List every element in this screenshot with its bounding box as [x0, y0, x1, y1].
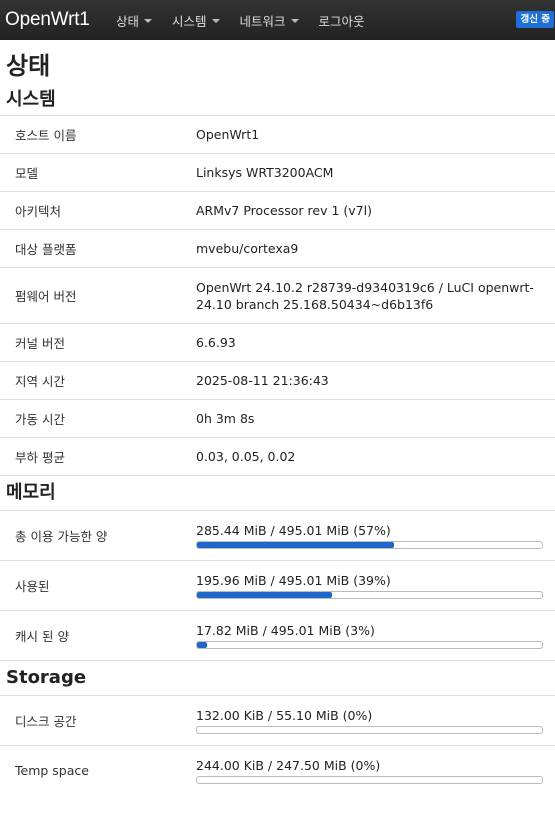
row-value: 2025-08-11 21:36:43 [196, 373, 329, 388]
row-value: 6.6.93 [196, 335, 236, 350]
row-label: 펌웨어 버전 [15, 289, 77, 304]
menu-status-label: 상태 [116, 13, 140, 29]
system-section-title: 시스템 [0, 84, 555, 116]
progress-text: 132.00 KiB / 55.10 MiB (0%) [196, 708, 373, 723]
row-label: 호스트 이름 [15, 128, 77, 143]
system-table: 호스트 이름 OpenWrt1 모델 Linksys WRT3200ACM 아키… [0, 116, 555, 476]
menu-logout[interactable]: 로그아웃 [319, 11, 365, 30]
progress-text: 285.44 MiB / 495.01 MiB (57%) [196, 523, 391, 538]
progress-bar [196, 726, 543, 734]
menu-network[interactable]: 네트워크 [240, 11, 299, 30]
table-row: 디스크 공간 132.00 KiB / 55.10 MiB (0%) [0, 696, 555, 746]
table-row: Temp space 244.00 KiB / 247.50 MiB (0%) [0, 746, 555, 795]
row-label: 지역 시간 [15, 374, 65, 389]
row-value: ARMv7 Processor rev 1 (v7l) [196, 203, 372, 218]
menu-logout-label: 로그아웃 [318, 13, 365, 29]
table-row: 총 이용 가능한 양 285.44 MiB / 495.01 MiB (57%) [0, 511, 555, 561]
brand-logo[interactable]: OpenWrt1 [0, 9, 116, 31]
refresh-badge[interactable]: 갱신 중 [516, 11, 554, 28]
row-value: OpenWrt 24.10.2 r28739-d9340319c6 / LuCI… [196, 279, 534, 312]
row-label: 가동 시간 [15, 412, 65, 427]
progress-fill [197, 542, 394, 548]
storage-table: 디스크 공간 132.00 KiB / 55.10 MiB (0%) Temp … [0, 696, 555, 795]
row-value: 0h 3m 8s [196, 411, 255, 426]
row-label: 아키텍처 [15, 204, 62, 219]
row-value: mvebu/cortexa9 [196, 241, 299, 256]
memory-table: 총 이용 가능한 양 285.44 MiB / 495.01 MiB (57%)… [0, 511, 555, 661]
top-navbar: OpenWrt1 상태 시스템 네트워크 로그아웃 갱신 중 [0, 0, 555, 40]
progress-bar [196, 541, 543, 549]
table-row: 펌웨어 버전 OpenWrt 24.10.2 r28739-d9340319c6… [0, 268, 555, 324]
progress-text: 17.82 MiB / 495.01 MiB (3%) [196, 623, 375, 638]
row-label: 총 이용 가능한 양 [15, 529, 108, 544]
table-row: 캐시 된 양 17.82 MiB / 495.01 MiB (3%) [0, 611, 555, 661]
row-value: Linksys WRT3200ACM [196, 165, 334, 180]
table-row: 가동 시간 0h 3m 8s [0, 400, 555, 438]
row-label: 모델 [15, 166, 39, 181]
table-row: 모델 Linksys WRT3200ACM [0, 154, 555, 192]
row-value: OpenWrt1 [196, 127, 260, 142]
row-label: Temp space [15, 763, 89, 778]
row-value-cell: 132.00 KiB / 55.10 MiB (0%) [196, 707, 555, 734]
row-label: 사용된 [15, 579, 50, 594]
table-row: 커널 버전 6.6.93 [0, 324, 555, 362]
menu-network-label: 네트워크 [239, 13, 286, 29]
row-value-cell: 195.96 MiB / 495.01 MiB (39%) [196, 572, 555, 599]
table-row: 부하 평균 0.03, 0.05, 0.02 [0, 438, 555, 476]
memory-section-title: 메모리 [0, 476, 555, 511]
row-value-cell: 285.44 MiB / 495.01 MiB (57%) [196, 522, 555, 549]
storage-section-title: Storage [0, 661, 555, 696]
row-label: 커널 버전 [15, 336, 65, 351]
progress-text: 244.00 KiB / 247.50 MiB (0%) [196, 758, 381, 773]
progress-text: 195.96 MiB / 495.01 MiB (39%) [196, 573, 391, 588]
menu-system-label: 시스템 [172, 13, 207, 29]
table-row: 호스트 이름 OpenWrt1 [0, 116, 555, 154]
menu-system[interactable]: 시스템 [172, 11, 220, 30]
table-row: 지역 시간 2025-08-11 21:36:43 [0, 362, 555, 400]
row-label: 대상 플랫폼 [15, 242, 77, 257]
caret-down-icon [290, 19, 299, 23]
table-row: 사용된 195.96 MiB / 495.01 MiB (39%) [0, 561, 555, 611]
main-menu: 상태 시스템 네트워크 로그아웃 [116, 11, 385, 30]
row-label: 부하 평균 [15, 450, 65, 465]
row-label: 디스크 공간 [15, 714, 77, 729]
row-value-cell: 244.00 KiB / 247.50 MiB (0%) [196, 757, 555, 784]
row-value: 0.03, 0.05, 0.02 [196, 449, 296, 464]
progress-fill [197, 592, 332, 598]
table-row: 대상 플랫폼 mvebu/cortexa9 [0, 230, 555, 268]
progress-bar [196, 641, 543, 649]
progress-fill [197, 642, 208, 648]
progress-bar [196, 776, 543, 784]
table-row: 아키텍처 ARMv7 Processor rev 1 (v7l) [0, 192, 555, 230]
row-label: 캐시 된 양 [15, 629, 69, 644]
menu-status[interactable]: 상태 [116, 11, 153, 30]
row-value-cell: 17.82 MiB / 495.01 MiB (3%) [196, 622, 555, 649]
page-title: 상태 [6, 52, 51, 80]
progress-bar [196, 591, 543, 599]
caret-down-icon [144, 19, 153, 23]
caret-down-icon [211, 19, 220, 23]
